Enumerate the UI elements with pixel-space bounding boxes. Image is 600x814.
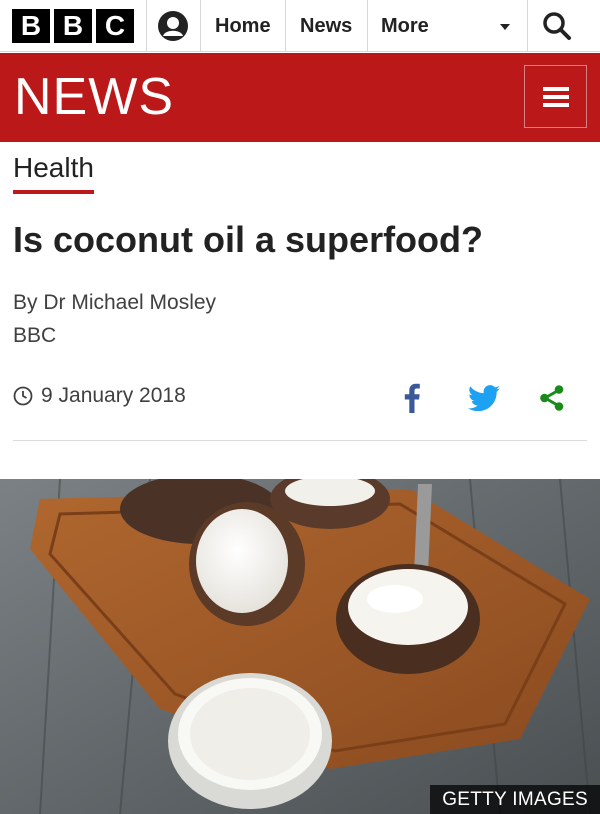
search-icon — [543, 12, 571, 40]
facebook-icon — [404, 383, 420, 413]
hamburger-menu-icon — [542, 86, 569, 91]
nav-news-link[interactable]: News — [300, 0, 352, 52]
image-credit: GETTY IMAGES — [430, 785, 600, 814]
share-twitter-button[interactable] — [464, 380, 504, 416]
coconut-oil-photo — [0, 479, 600, 814]
share-icon — [540, 385, 564, 411]
share-facebook-button[interactable] — [392, 380, 432, 416]
hamburger-menu-icon — [542, 94, 569, 99]
menu-button[interactable] — [524, 65, 587, 128]
divider — [13, 440, 587, 441]
nav-home-link[interactable]: Home — [215, 0, 271, 52]
nav-more-link[interactable]: More — [381, 0, 429, 52]
article-headline: Is coconut oil a superfood? — [13, 219, 484, 260]
chevron-down-icon[interactable] — [500, 24, 510, 30]
twitter-icon — [468, 384, 500, 411]
divider — [367, 0, 368, 52]
top-navigation-bar: B B C Home News More — [0, 0, 600, 52]
search-button[interactable] — [527, 0, 587, 52]
article-photo: GETTY IMAGES — [0, 479, 600, 814]
account-button[interactable] — [146, 0, 200, 52]
date-text: 9 January 2018 — [41, 384, 186, 407]
account-icon — [158, 11, 188, 41]
divider — [285, 0, 286, 52]
bbc-logo-letter: B — [12, 9, 50, 43]
share-other-button[interactable] — [532, 380, 572, 416]
news-logo[interactable]: NEWS — [14, 69, 174, 125]
bbc-logo-letter: B — [54, 9, 92, 43]
hamburger-menu-icon — [542, 102, 569, 107]
news-banner: NEWS — [0, 53, 600, 142]
section-link-health[interactable]: Health — [13, 152, 94, 194]
author-byline: By Dr Michael Mosley — [13, 291, 217, 314]
bbc-logo-letter: C — [96, 9, 134, 43]
bbc-logo[interactable]: B B C — [12, 9, 134, 43]
publish-date: 9 January 2018 — [13, 384, 186, 408]
clock-icon — [13, 386, 33, 406]
author-organisation: BBC — [13, 324, 57, 347]
divider — [200, 0, 201, 52]
